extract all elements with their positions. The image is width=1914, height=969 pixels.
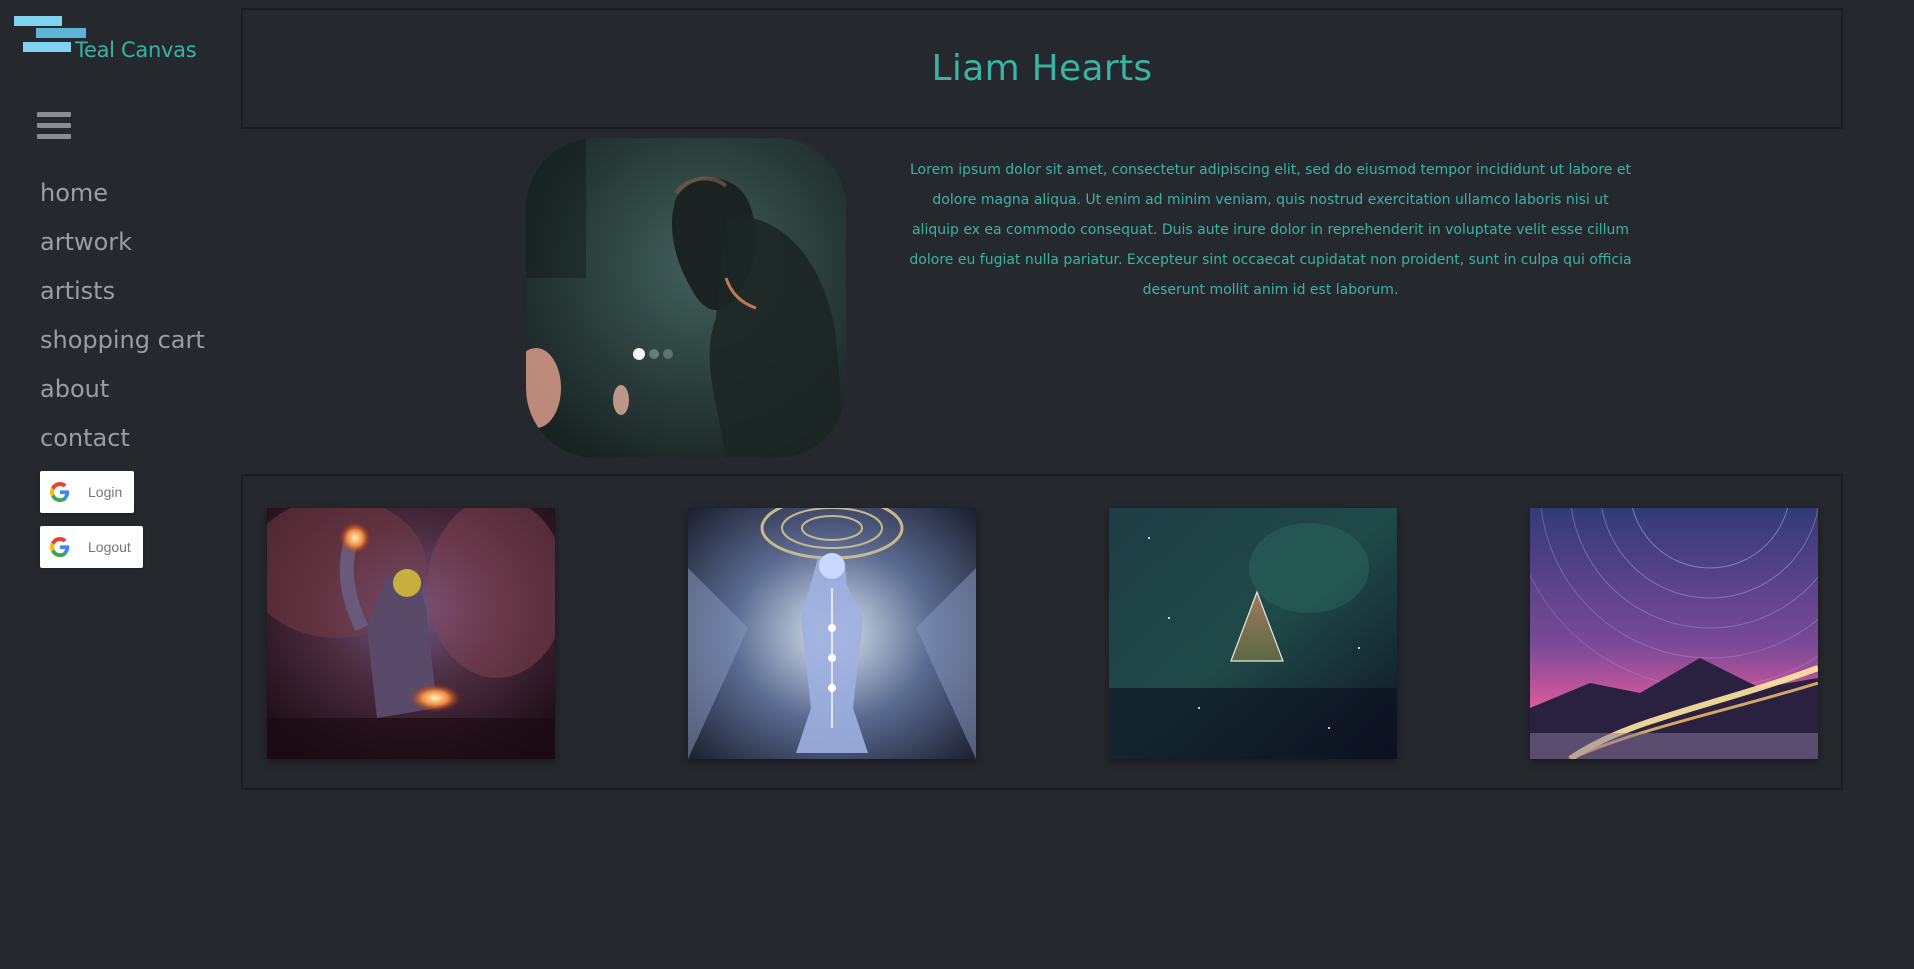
artwork-thumbnail-1[interactable] bbox=[267, 508, 555, 759]
artwork-thumbnail-4[interactable] bbox=[1530, 508, 1818, 759]
artist-name: Liam Hearts bbox=[931, 48, 1153, 89]
main-nav: home artwork artists shopping cart about… bbox=[40, 174, 205, 468]
nav-item-shopping-cart[interactable]: shopping cart bbox=[40, 321, 205, 370]
google-icon bbox=[50, 537, 70, 557]
nav-item-artwork[interactable]: artwork bbox=[40, 223, 205, 272]
google-login-button[interactable]: Login bbox=[40, 471, 134, 513]
nav-item-artists[interactable]: artists bbox=[40, 272, 205, 321]
brand-logo[interactable]: Teal Canvas bbox=[14, 16, 214, 64]
nav-item-about[interactable]: about bbox=[40, 370, 205, 419]
artist-portrait bbox=[526, 138, 846, 458]
google-icon bbox=[50, 482, 70, 502]
nav-item-home[interactable]: home bbox=[40, 174, 205, 223]
nav-item-contact[interactable]: contact bbox=[40, 419, 205, 468]
google-logout-button[interactable]: Logout bbox=[40, 526, 143, 568]
artwork-thumbnail-2[interactable] bbox=[688, 508, 976, 759]
brand-name: Teal Canvas bbox=[75, 38, 197, 62]
logout-label: Logout bbox=[88, 539, 131, 555]
artist-bio: Lorem ipsum dolor sit amet, consectetur … bbox=[909, 162, 1632, 298]
sidebar: Teal Canvas home artwork artists shoppin… bbox=[0, 0, 230, 969]
login-label: Login bbox=[88, 484, 123, 500]
artist-header: Liam Hearts bbox=[241, 8, 1843, 129]
artwork-thumbnail-3[interactable] bbox=[1109, 508, 1397, 759]
hamburger-icon[interactable] bbox=[37, 112, 71, 142]
artwork-gallery bbox=[241, 474, 1843, 790]
